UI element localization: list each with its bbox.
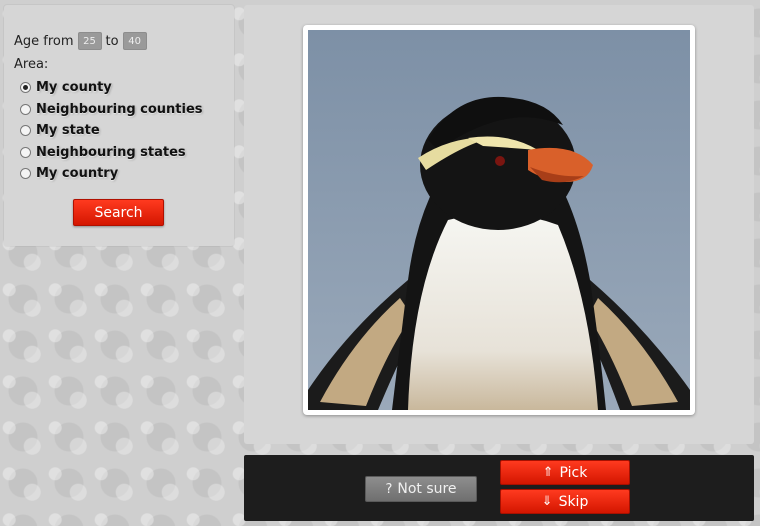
arrow-up-icon: ⇑ <box>542 465 554 480</box>
area-option-my-county[interactable]: My county <box>20 77 203 99</box>
action-bar: ? Not sure ⇑ Pick ⇓ Skip <box>244 455 754 521</box>
area-option-my-state[interactable]: My state <box>20 120 203 142</box>
area-option-label: Neighbouring counties <box>36 101 203 117</box>
skip-button[interactable]: ⇓ Skip <box>500 489 630 514</box>
age-to-label: to <box>105 33 119 49</box>
radio-icon[interactable] <box>20 125 31 137</box>
arrow-down-icon: ⇓ <box>541 494 553 509</box>
not-sure-button[interactable]: ? Not sure <box>365 476 477 502</box>
area-option-neighbouring-counties[interactable]: Neighbouring counties <box>20 99 203 121</box>
area-option-label: My state <box>36 123 100 139</box>
penguin-illustration <box>308 30 690 410</box>
question-mark-icon: ? <box>385 481 393 497</box>
age-range-row: Age from to <box>14 31 147 51</box>
area-option-label: My county <box>36 80 112 96</box>
photo-panel <box>244 5 754 444</box>
skip-label: Skip <box>558 493 589 510</box>
area-options: My county Neighbouring counties My state… <box>20 77 203 185</box>
radio-icon[interactable] <box>20 146 31 158</box>
area-label: Area: <box>14 57 49 72</box>
age-from-input[interactable] <box>77 32 102 50</box>
penguin-photo <box>308 30 690 410</box>
photo-frame <box>303 25 695 415</box>
radio-selected-icon[interactable] <box>20 82 31 94</box>
area-option-label: My country <box>36 166 119 182</box>
age-to-input[interactable] <box>122 32 147 50</box>
area-option-neighbouring-states[interactable]: Neighbouring states <box>20 142 203 164</box>
pick-label: Pick <box>559 464 588 481</box>
pick-button[interactable]: ⇑ Pick <box>500 460 630 485</box>
radio-icon[interactable] <box>20 103 31 115</box>
age-from-label: Age from <box>14 33 74 49</box>
area-option-label: Neighbouring states <box>36 144 186 160</box>
search-panel: Age from to Area: My county Neighbouring… <box>4 5 234 246</box>
search-button[interactable]: Search <box>73 199 164 226</box>
radio-icon[interactable] <box>20 168 31 180</box>
area-option-my-country[interactable]: My country <box>20 163 203 185</box>
not-sure-label: Not sure <box>397 481 457 497</box>
